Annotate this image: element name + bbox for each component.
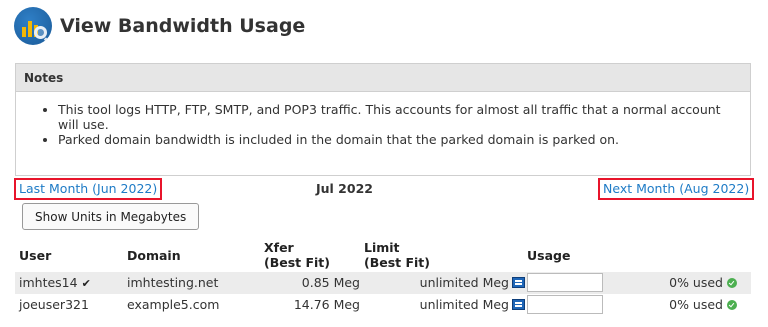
notes-heading: Notes [16,64,750,92]
limit-value: unlimited Meg [419,297,509,312]
user-name: imhtes14 [19,275,78,290]
usage-text: 0% used [669,297,723,312]
usage-progress-bar [527,273,603,292]
ok-status-icon [727,278,737,288]
column-header-user: User [19,248,52,263]
usage-progress-bar [527,295,603,314]
xfer-cell: 0.85 Meg [301,275,360,290]
ok-status-icon [727,300,737,310]
current-month-label: Jul 2022 [316,181,373,196]
column-header-domain: Domain [127,248,181,263]
user-cell: imhtes14 ✔ [19,275,91,290]
limit-cell: unlimited Meg [420,297,525,312]
edit-limit-icon[interactable] [512,277,525,288]
domain-cell: imhtesting.net [127,275,219,290]
column-header-usage: Usage [527,248,571,263]
note-item: This tool logs HTTP, FTP, SMTP, and POP3… [58,102,736,132]
edit-limit-icon[interactable] [512,299,525,310]
show-megabytes-button[interactable]: Show Units in Megabytes [22,203,200,230]
table-row: imhtes14 ✔ imhtesting.net 0.85 Meg unlim… [15,272,751,294]
page-title: View Bandwidth Usage [60,15,306,37]
column-header-limit: Limit (Best Fit) [364,240,430,270]
bandwidth-chart-magnifier-icon [14,7,52,45]
usage-cell: 0% used [669,297,737,312]
column-header-xfer: Xfer (Best Fit) [264,240,330,270]
note-item: Parked domain bandwidth is included in t… [58,132,736,147]
usage-text: 0% used [669,275,723,290]
checkmark-icon: ✔ [81,277,91,290]
next-month-link[interactable]: Next Month (Aug 2022) [598,178,755,200]
domain-cell: example5.com [127,297,220,312]
notes-panel: Notes This tool logs HTTP, FTP, SMTP, an… [15,63,751,176]
notes-list: This tool logs HTTP, FTP, SMTP, and POP3… [16,92,750,147]
usage-cell: 0% used [669,275,737,290]
page-header: View Bandwidth Usage [14,6,305,46]
table-row: joeuser321 example5.com 14.76 Meg unlimi… [15,294,751,316]
limit-cell: unlimited Meg [420,275,525,290]
user-cell: joeuser321 [19,297,89,312]
xfer-cell: 14.76 Meg [293,297,360,312]
previous-month-link[interactable]: Last Month (Jun 2022) [14,178,163,200]
limit-value: unlimited Meg [419,275,509,290]
